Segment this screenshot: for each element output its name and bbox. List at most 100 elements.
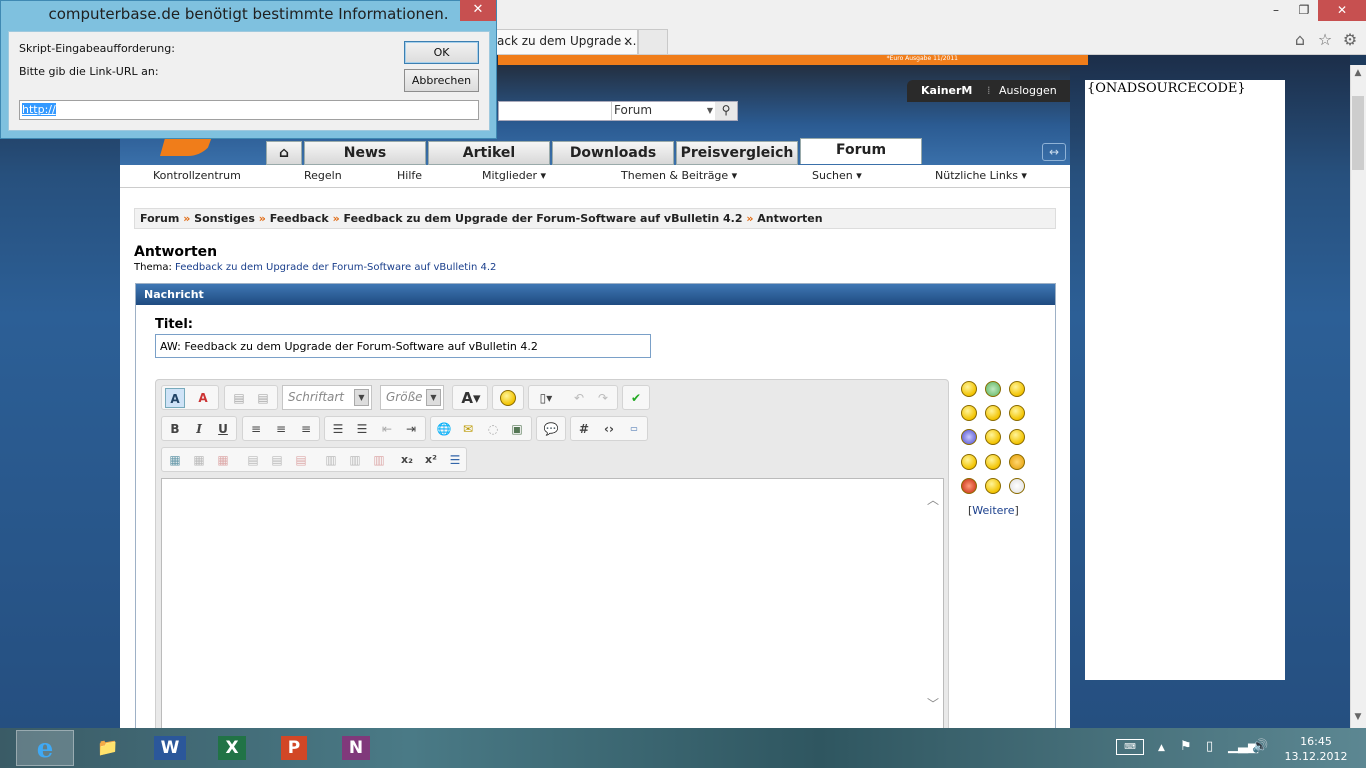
tab-preisvergleich[interactable]: Preisvergleich xyxy=(676,141,798,165)
delete-col-icon[interactable]: ▥ xyxy=(369,450,389,470)
smilie-wink-icon[interactable] xyxy=(961,405,977,421)
show-hidden-icons-icon[interactable]: ▲ xyxy=(1158,743,1165,753)
delete-table-icon[interactable]: ▦ xyxy=(213,450,233,470)
insert-table-icon[interactable]: ▦ xyxy=(165,450,185,470)
scroll-down-icon[interactable]: ▼ xyxy=(1352,712,1364,722)
outdent-icon[interactable]: ⇤ xyxy=(377,419,397,439)
subnav-hilfe[interactable]: Hilfe xyxy=(397,169,422,182)
new-tab-button[interactable] xyxy=(638,29,668,54)
insert-col-before-icon[interactable]: ▥ xyxy=(321,450,341,470)
insert-link-icon[interactable]: 🌐 xyxy=(434,419,454,439)
tab-close-icon[interactable]: × xyxy=(623,30,633,53)
thread-link[interactable]: Feedback zu dem Upgrade der Forum-Softwa… xyxy=(175,262,496,273)
taskbar-explorer-icon[interactable]: 📁 xyxy=(80,730,136,766)
dialog-url-input[interactable]: http:// xyxy=(19,100,479,120)
insert-row-below-icon[interactable]: ▤ xyxy=(267,450,287,470)
delete-row-icon[interactable]: ▤ xyxy=(291,450,311,470)
smilie-mad-icon[interactable] xyxy=(1009,454,1025,470)
action-center-flag-icon[interactable]: ⚑ xyxy=(1180,739,1192,754)
undo-icon[interactable]: ↶ xyxy=(569,388,589,408)
quote-icon[interactable]: 💬 xyxy=(541,419,561,439)
smilie-devil-icon[interactable] xyxy=(961,478,977,494)
align-left-icon[interactable]: ≡ xyxy=(246,419,266,439)
tab-artikel[interactable]: Artikel xyxy=(428,141,550,165)
smilie-shocked-icon[interactable] xyxy=(1009,478,1025,494)
chevron-up-icon[interactable]: ︿ xyxy=(927,491,939,508)
paste-icon[interactable]: ▤ xyxy=(229,388,249,408)
settings-gear-icon[interactable]: ⚙ xyxy=(1340,30,1360,50)
table-row-icon[interactable]: ▦ xyxy=(189,450,209,470)
insert-image-icon[interactable]: ▣ xyxy=(507,419,527,439)
indent-icon[interactable]: ⇥ xyxy=(401,419,421,439)
taskbar-powerpoint-icon[interactable]: P xyxy=(266,730,322,766)
close-window-button[interactable]: ✕ xyxy=(1318,0,1366,21)
subscript-icon[interactable]: x₂ xyxy=(397,450,417,470)
search-icon[interactable]: ⚲ xyxy=(715,102,737,120)
power-icon[interactable]: ▯ xyxy=(1206,739,1213,754)
subnav-nuetzliche-links[interactable]: Nützliche Links ▾ xyxy=(935,169,1027,182)
expand-width-icon[interactable]: ↔ xyxy=(1042,143,1066,161)
chevron-down-icon[interactable]: ﹀ xyxy=(927,695,939,712)
subnav-themen-beitraege[interactable]: Themen & Beiträge ▾ xyxy=(621,169,737,182)
smilie-rolleyes-icon[interactable] xyxy=(985,429,1001,445)
wysiwyg-toggle-icon[interactable]: A xyxy=(165,388,185,408)
align-center-icon[interactable]: ≡ xyxy=(271,419,291,439)
hash-icon[interactable]: # xyxy=(574,419,594,439)
breadcrumb-forum[interactable]: Forum xyxy=(140,212,179,225)
smilie-icon[interactable] xyxy=(498,388,518,408)
dialog-ok-button[interactable]: OK xyxy=(404,41,479,64)
insert-row-above-icon[interactable]: ▤ xyxy=(243,450,263,470)
tab-home[interactable]: ⌂ xyxy=(266,141,302,165)
taskbar-onenote-icon[interactable]: N xyxy=(328,730,384,766)
text-color-icon[interactable]: A▾ xyxy=(457,388,485,408)
message-textarea[interactable] xyxy=(161,478,944,738)
restore-button[interactable]: ❐ xyxy=(1290,0,1318,21)
smilie-biggrin-icon[interactable] xyxy=(961,454,977,470)
more-smilies-link[interactable]: [Weitere] xyxy=(968,504,1019,517)
subnav-kontrollzentrum[interactable]: Kontrollzentrum xyxy=(153,169,241,182)
subnav-mitglieder[interactable]: Mitglieder ▾ xyxy=(482,169,546,182)
tab-downloads[interactable]: Downloads xyxy=(552,141,674,165)
search-input[interactable] xyxy=(499,102,609,120)
redo-icon[interactable]: ↷ xyxy=(593,388,613,408)
remove-format-icon[interactable]: A xyxy=(193,388,213,408)
smilie-surprised-icon[interactable] xyxy=(985,478,1001,494)
attachment-icon[interactable]: ▯▾ xyxy=(533,388,559,408)
insert-col-after-icon[interactable]: ▥ xyxy=(345,450,365,470)
subnav-suchen[interactable]: Suchen ▾ xyxy=(812,169,862,182)
breadcrumb-sonstiges[interactable]: Sonstiges xyxy=(194,212,255,225)
favorites-star-icon[interactable]: ☆ xyxy=(1315,30,1335,50)
spellcheck-icon[interactable]: ✔ xyxy=(626,388,646,408)
taskbar-word-icon[interactable]: W xyxy=(142,730,198,766)
smilie-frown-icon[interactable] xyxy=(1009,429,1025,445)
smilie-laugh-icon[interactable] xyxy=(961,429,977,445)
smilie-eek-icon[interactable] xyxy=(985,454,1001,470)
align-right-icon[interactable]: ≡ xyxy=(296,419,316,439)
taskbar-excel-icon[interactable]: X xyxy=(204,730,260,766)
dialog-cancel-button[interactable]: Abbrechen xyxy=(404,69,479,92)
ordered-list-icon[interactable]: ☰ xyxy=(328,419,348,439)
taskbar-ie-icon[interactable]: e xyxy=(16,730,74,766)
scrollbar-thumb[interactable] xyxy=(1352,96,1364,170)
underline-icon[interactable]: U xyxy=(213,419,233,439)
paste-text-icon[interactable]: ▤ xyxy=(253,388,273,408)
tab-forum[interactable]: Forum xyxy=(800,138,922,164)
ad-banner[interactable]: *Euro Ausgabe 11/2011 xyxy=(498,55,1088,65)
remove-link-icon[interactable]: ◌ xyxy=(483,419,503,439)
smilie-confused-icon[interactable] xyxy=(985,405,1001,421)
volume-icon[interactable]: 🔊 xyxy=(1252,739,1268,754)
search-scope-select[interactable]: Forum ▼ xyxy=(611,102,717,120)
browser-tab[interactable]: ack zu dem Upgrade ... × xyxy=(490,29,638,54)
horizontal-rule-icon[interactable]: ☰ xyxy=(445,450,465,470)
tab-news[interactable]: News xyxy=(304,141,426,165)
smilie-happy-icon[interactable] xyxy=(1009,381,1025,397)
dialog-close-button[interactable]: ✕ xyxy=(460,0,496,21)
breadcrumb-feedback[interactable]: Feedback xyxy=(270,212,329,225)
keyboard-icon[interactable]: ⌨ xyxy=(1116,739,1144,755)
username-link[interactable]: KainerM xyxy=(921,80,972,102)
logout-link[interactable]: Ausloggen xyxy=(999,80,1057,102)
smilie-smile-icon[interactable] xyxy=(961,381,977,397)
minimize-button[interactable]: – xyxy=(1262,0,1290,21)
home-icon[interactable]: ⌂ xyxy=(1290,30,1310,50)
breadcrumb-thread[interactable]: Feedback zu dem Upgrade der Forum-Softwa… xyxy=(344,212,743,225)
